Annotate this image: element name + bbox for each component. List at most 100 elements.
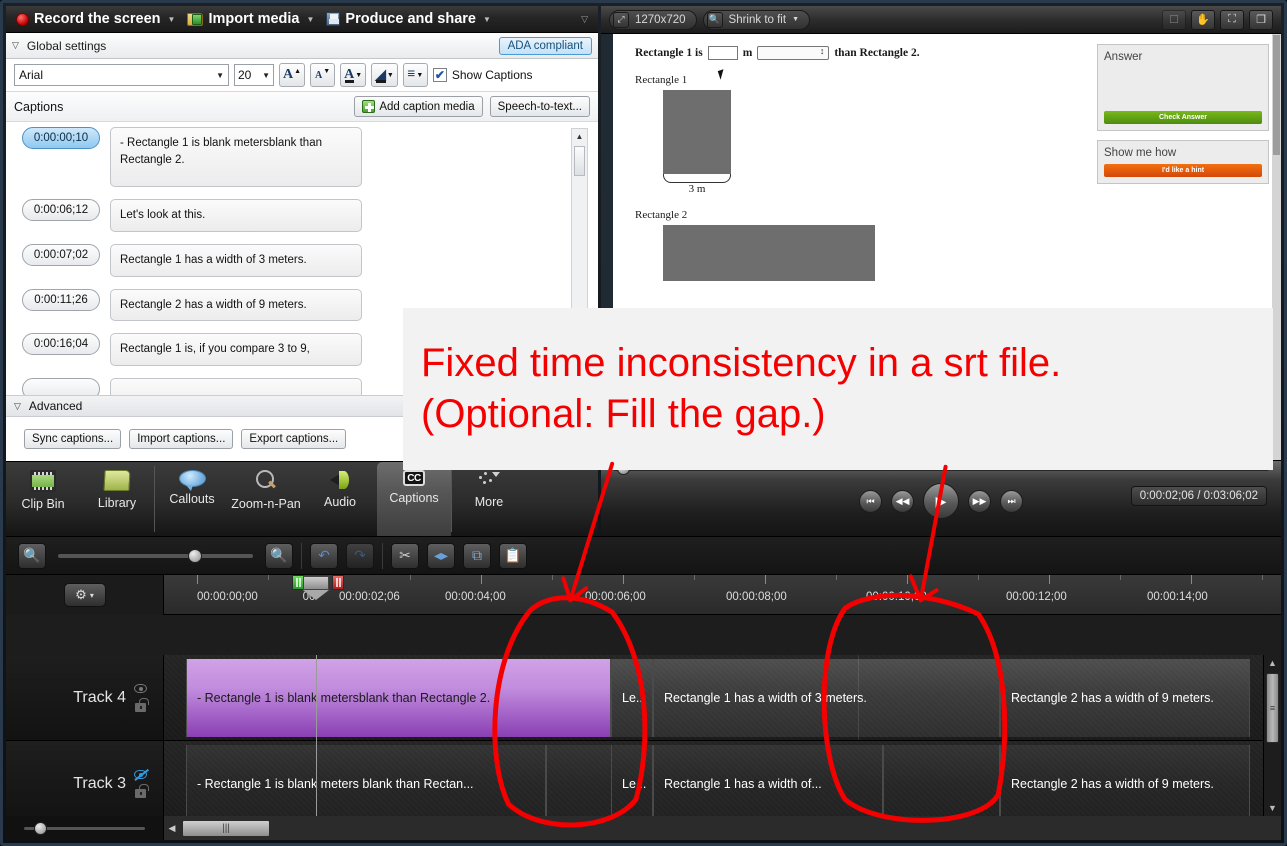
font-family-select[interactable]: Arial ▼ (14, 64, 229, 86)
jump-start-button[interactable]: ⏮ (859, 489, 882, 513)
check-answer-button[interactable]: Check Answer (1104, 111, 1262, 124)
timeline-ruler[interactable]: 00:00:00;00 00 00:00:02;06 00:00:04;00 0… (164, 575, 1281, 615)
hint-button[interactable]: I'd like a hint (1104, 164, 1262, 177)
timeline-zoom-slider[interactable] (58, 548, 253, 563)
out-marker[interactable] (332, 575, 344, 590)
scroll-up-icon[interactable]: ▲ (572, 129, 587, 144)
add-caption-media-button[interactable]: Add caption media (354, 96, 483, 117)
expand-triangle-icon[interactable]: ▽ (14, 401, 21, 412)
quiz-answer-input[interactable] (707, 46, 738, 60)
track-header-track-4[interactable]: Track 4 (6, 655, 163, 741)
caption-timecode[interactable]: 0:00:16;04 (22, 333, 100, 356)
caption-timecode[interactable] (22, 378, 100, 395)
increase-font-size-button[interactable]: A ▲ (279, 63, 306, 87)
detach-window-icon[interactable]: ❐ (1249, 9, 1273, 30)
table-row[interactable]: Rectangle 1 has a width of 3 meters. (653, 659, 1000, 737)
caption-timecode[interactable]: 0:00:06;12 (22, 199, 100, 222)
caption-timecode[interactable]: 0:00:11;26 (22, 288, 100, 311)
fill-color-button[interactable]: ◢ ▼ (371, 63, 398, 87)
undo-icon[interactable]: ↶ (310, 542, 338, 569)
scrollbar-thumb[interactable] (574, 146, 585, 176)
play-button[interactable]: ▶ (923, 483, 959, 519)
fast-forward-button[interactable]: ▶▶ (968, 489, 991, 513)
unlock-icon[interactable] (135, 783, 149, 798)
eye-icon[interactable] (134, 683, 147, 693)
scrollbar-thumb[interactable]: ≡ (1266, 673, 1279, 743)
redo-icon[interactable]: ↷ (346, 542, 374, 569)
table-row[interactable]: Le... (611, 659, 653, 737)
tab-zoom-n-pan[interactable]: Zoom-n-Pan (229, 462, 303, 537)
font-size-select[interactable]: 20 ▼ (234, 64, 274, 86)
quiz-comparison-select[interactable] (757, 46, 830, 60)
caption-text[interactable]: Rectangle 1 is, if you compare 3 to 9, (110, 333, 362, 367)
track-lanes[interactable]: - Rectangle 1 is blank metersblank than … (164, 655, 1281, 816)
track-header-track-3[interactable]: Track 3 (6, 741, 163, 827)
table-row[interactable]: Rectangle 2 has a width of 9 meters. (1000, 745, 1250, 816)
table-row[interactable] (883, 745, 1000, 816)
list-item[interactable]: 0:00:00;10 - Rectangle 1 is blank meters… (22, 127, 598, 188)
import-media-menu[interactable]: Import media ▼ (183, 9, 318, 29)
split-icon[interactable]: ◂▸ (427, 542, 455, 569)
eye-hidden-icon[interactable] (134, 769, 147, 779)
timeline-horizontal-scrollbar[interactable]: ◀ ||| (164, 816, 1281, 840)
table-row[interactable]: - Rectangle 1 is blank metersblank than … (186, 659, 611, 737)
scrollbar-thumb[interactable] (1273, 35, 1280, 155)
scroll-left-icon[interactable]: ◀ (164, 817, 180, 839)
zoom-mode-select[interactable]: 🔍 Shrink to fit ▼ (702, 9, 810, 30)
expand-triangle-icon[interactable]: ▽ (12, 40, 19, 51)
canvas-dimensions-button[interactable]: ⤢ 1270x720 (609, 9, 697, 30)
tracks-vertical-scrollbar[interactable]: ▲ ≡ ▼ (1263, 655, 1281, 816)
zoom-in-icon[interactable]: 🔍 (265, 542, 293, 569)
slider-handle[interactable] (34, 821, 47, 835)
chevron-down-icon[interactable]: ▼ (483, 15, 491, 24)
paste-icon[interactable]: 📋 (499, 542, 527, 569)
crop-icon[interactable]: ☐ (1162, 9, 1186, 30)
sync-captions-button[interactable]: Sync captions... (24, 429, 122, 449)
caption-text[interactable]: Rectangle 2 has a width of 9 meters. (110, 288, 362, 322)
scroll-down-icon[interactable]: ▼ (1264, 800, 1281, 816)
rewind-button[interactable]: ◀◀ (891, 489, 914, 513)
caption-text[interactable]: - Rectangle 1 is blank metersblank than … (110, 127, 362, 188)
tab-callouts[interactable]: Callouts (155, 462, 229, 537)
record-screen-menu[interactable]: Record the screen ▼ (12, 9, 179, 29)
speech-to-text-button[interactable]: Speech-to-text... (489, 96, 590, 117)
caption-text[interactable]: Rectangle 1 has a width of 3 meters. (110, 244, 362, 277)
text-align-button[interactable]: ≡ ▼ (402, 63, 428, 87)
show-captions-checkbox[interactable]: ✔ (432, 68, 447, 82)
tab-captions[interactable]: CC Captions (377, 462, 451, 537)
zoom-slider-handle[interactable] (188, 548, 202, 563)
lane-track-3[interactable]: - Rectangle 1 is blank meters blank than… (164, 741, 1281, 816)
table-row[interactable]: Rectangle 2 has a width of 9 meters. (1000, 659, 1250, 737)
decrease-font-size-button[interactable]: A ▼ (310, 63, 336, 87)
timeline-settings-button[interactable]: ⚙ ▾ (63, 583, 106, 607)
menubar-overflow-icon[interactable]: ▽ (581, 14, 592, 25)
chevron-down-icon[interactable]: ▼ (168, 15, 176, 24)
list-item[interactable]: 0:00:06;12 Let's look at this. (22, 199, 598, 233)
global-settings-bar[interactable]: ▽ Global settings ADA compliant (6, 33, 598, 59)
table-row[interactable]: Rectangle 1 has a width of... (653, 745, 883, 816)
export-captions-button[interactable]: Export captions... (241, 429, 347, 449)
zoom-out-icon[interactable]: 🔍 (18, 542, 46, 569)
tab-more[interactable]: More (452, 462, 526, 537)
caption-text[interactable] (110, 378, 362, 395)
cut-icon[interactable]: ✂ (391, 542, 419, 569)
unlock-icon[interactable] (135, 697, 149, 712)
caption-timecode[interactable]: 0:00:07;02 (22, 244, 100, 267)
page-scrollbar[interactable] (1272, 34, 1281, 460)
hand-pan-icon[interactable]: ✋ (1191, 9, 1215, 30)
tab-audio[interactable]: Audio (303, 462, 377, 537)
list-item[interactable]: 0:00:07;02 Rectangle 1 has a width of 3 … (22, 244, 598, 277)
import-captions-button[interactable]: Import captions... (129, 429, 234, 449)
chevron-down-icon[interactable]: ▼ (307, 15, 315, 24)
lane-track-4[interactable]: - Rectangle 1 is blank metersblank than … (164, 655, 1281, 741)
track-height-slider[interactable] (6, 816, 164, 840)
jump-end-button[interactable]: ⏭ (1000, 489, 1023, 513)
ada-compliant-button[interactable]: ADA compliant (498, 36, 592, 55)
fullscreen-icon[interactable]: ⛶ (1220, 9, 1244, 30)
produce-share-menu[interactable]: Produce and share ▼ (322, 9, 494, 29)
scroll-up-icon[interactable]: ▲ (1264, 655, 1281, 671)
tab-clip-bin[interactable]: Clip Bin (6, 462, 80, 537)
scrollbar-thumb[interactable]: ||| (182, 819, 270, 837)
tab-library[interactable]: Library (80, 462, 154, 537)
table-row[interactable]: - Rectangle 1 is blank meters blank than… (186, 745, 546, 816)
